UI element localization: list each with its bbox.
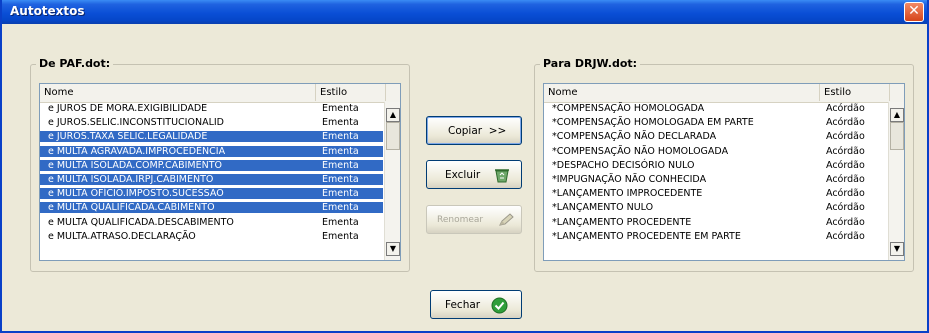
item-name: *DESPACHO DECISÓRIO NULO [552,159,695,171]
item-style: Acórdão [826,174,865,185]
list-item[interactable]: *COMPENSAÇÃO NÃO DECLARADA Acórdão [544,131,887,142]
item-style: Acórdão [826,159,865,171]
item-name: *LANÇAMENTO NULO [552,202,654,214]
rename-button[interactable]: Renomear [426,205,522,234]
item-style: Ementa [322,216,359,228]
item-name: e MULTA ISOLADA.IRPJ.CABIMENTO [48,174,214,185]
close-button[interactable]: Fechar [430,290,522,319]
source-scrollbar[interactable]: ▲ ▼ [384,102,400,260]
scroll-thumb[interactable] [890,122,904,150]
item-name: *IMPUGNAÇÃO NÃO CONHECIDA [552,174,707,185]
item-style: Ementa [322,145,359,157]
item-name: *COMPENSAÇÃO HOMOLOGADA EM PARTE [552,117,754,129]
item-style: Acórdão [826,216,865,228]
item-style: Ementa [322,202,359,214]
list-item[interactable]: e MULTA ISOLADA.COMP.CABIMENTO Ementa [40,159,383,171]
delete-button[interactable]: Excluir [426,160,522,189]
source-list-header: Nome Estilo [40,84,400,103]
item-name: e MULTA ISOLADA.COMP.CABIMENTO [48,159,223,171]
autotextos-dialog: Autotextos ✕ De PAF.dot: Nome Estilo e J… [0,0,929,333]
list-item[interactable]: *COMPENSAÇÃO HOMOLOGADA Acórdão [544,103,887,114]
list-item[interactable]: *IMPUGNAÇÃO NÃO CONHECIDA Acórdão [544,174,887,185]
item-name: e JUROS DE MORA.EXIGIBILIDADE [48,103,208,114]
list-item[interactable]: *COMPENSAÇÃO NÃO HOMOLOGADA Acórdão [544,146,887,157]
item-style: Ementa [322,188,359,200]
list-item[interactable]: e JUROS DE MORA.EXIGIBILIDADE Ementa [40,103,383,114]
list-item[interactable]: *LANÇAMENTO PROCEDENTE EM PARTE Acórdão [544,231,887,242]
item-name: e MULTA AGRAVADA.IMPROCEDÊNCIA [48,145,226,157]
green-check-icon [491,297,508,317]
item-name: *LANÇAMENTO PROCEDENTE [552,216,692,228]
item-name: e JUROS.TAXA SELIC.LEGALIDADE [48,131,208,143]
item-name: e MULTA.ATRASO.DECLARAÇÃO [48,230,196,242]
list-item[interactable]: e MULTA.ATRASO.DECLARAÇÃO Ementa [40,231,383,242]
item-style: Ementa [322,103,359,114]
target-col-estilo[interactable]: Estilo [820,84,890,101]
window-title: Autotextos [10,4,85,18]
item-name: e MULTA QUALIFICADA.CABIMENTO [48,202,215,214]
item-name: e MULTA QUALIFICADA.DESCABIMENTO [48,216,234,228]
list-item[interactable]: e MULTA OFÍCIO.IMPOSTO.SUCESSÃO Ementa [40,188,383,200]
list-item[interactable]: e JUROS.TAXA SELIC.LEGALIDADE Ementa [40,131,383,143]
item-name: e MULTA OFÍCIO.IMPOSTO.SUCESSÃO [48,188,224,200]
item-name: *COMPENSAÇÃO HOMOLOGADA [552,103,705,114]
item-style: Acórdão [826,202,865,214]
source-group-label: De PAF.dot: [36,57,114,70]
item-name: *LANÇAMENTO IMPROCEDENTE [552,188,703,200]
recycle-bin-icon [493,167,511,186]
item-name: *COMPENSAÇÃO NÃO HOMOLOGADA [552,145,729,157]
title-bar[interactable]: Autotextos ✕ [2,0,927,24]
copy-button-label: Copiar >> [448,124,507,137]
target-col-nome[interactable]: Nome [544,84,820,101]
list-item[interactable]: e MULTA QUALIFICADA.DESCABIMENTO Ementa [40,217,383,228]
item-style: Ementa [322,230,359,242]
close-window-button[interactable]: ✕ [904,2,924,22]
item-name: *LANÇAMENTO PROCEDENTE EM PARTE [552,230,741,242]
item-style: Ementa [322,174,359,185]
item-style: Ementa [322,159,359,171]
scroll-down-icon[interactable]: ▼ [890,242,904,256]
close-icon: ✕ [908,3,920,19]
scroll-down-icon[interactable]: ▼ [386,242,400,256]
list-item[interactable]: e MULTA QUALIFICADA.CABIMENTO Ementa [40,202,383,214]
item-style: Acórdão [826,117,865,129]
item-style: Acórdão [826,103,865,114]
pencil-icon [497,212,515,231]
scroll-up-icon[interactable]: ▲ [386,108,400,122]
copy-button[interactable]: Copiar >> [426,116,522,145]
target-list-header: Nome Estilo [544,84,904,103]
list-item[interactable]: *DESPACHO DECISÓRIO NULO Acórdão [544,160,887,171]
list-item[interactable]: e MULTA ISOLADA.IRPJ.CABIMENTO Ementa [40,174,383,185]
item-style: Ementa [322,117,359,129]
target-scrollbar[interactable]: ▲ ▼ [888,102,904,260]
close-button-label: Fechar [445,298,481,311]
source-col-nome[interactable]: Nome [40,84,316,101]
target-list[interactable]: Nome Estilo *COMPENSAÇÃO HOMOLOGADA Acórd… [543,83,905,261]
list-item[interactable]: *LANÇAMENTO IMPROCEDENTE Acórdão [544,188,887,199]
target-group-label: Para DRJW.dot: [540,57,641,70]
scroll-up-icon[interactable]: ▲ [890,108,904,122]
rename-button-label: Renomear [437,214,484,225]
delete-button-label: Excluir [445,168,481,181]
item-name: *COMPENSAÇÃO NÃO DECLARADA [552,131,717,143]
item-style: Acórdão [826,230,865,242]
item-style: Acórdão [826,188,865,200]
list-item[interactable]: e MULTA AGRAVADA.IMPROCEDÊNCIA Ementa [40,145,383,157]
list-item[interactable]: *COMPENSAÇÃO HOMOLOGADA EM PARTE Acórdão [544,117,887,128]
list-item[interactable]: *LANÇAMENTO PROCEDENTE Acórdão [544,217,887,228]
list-item[interactable]: e JUROS.SELIC.INCONSTITUCIONALID Ementa [40,117,383,128]
source-col-estilo[interactable]: Estilo [316,84,386,101]
source-list[interactable]: Nome Estilo e JUROS DE MORA.EXIGIBILIDAD… [39,83,401,261]
item-style: Acórdão [826,145,865,157]
item-name: e JUROS.SELIC.INCONSTITUCIONALID [48,117,224,129]
item-style: Ementa [322,131,359,143]
item-style: Acórdão [826,131,865,143]
scroll-thumb[interactable] [386,122,400,150]
list-item[interactable]: *LANÇAMENTO NULO Acórdão [544,202,887,213]
